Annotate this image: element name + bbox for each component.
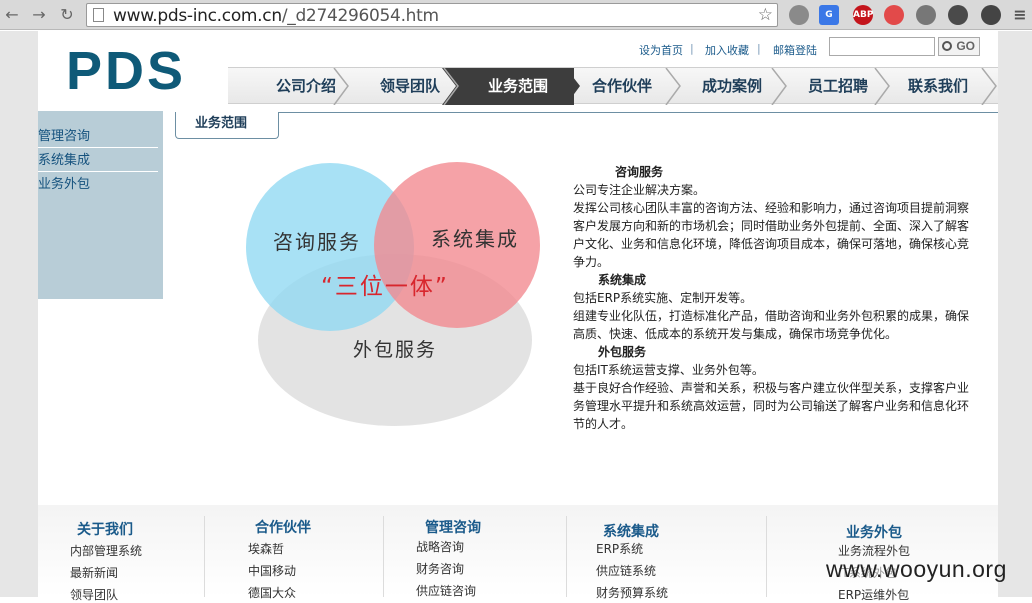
- integration-line: 包括ERP系统实施、定制开发等。: [573, 291, 753, 305]
- integration-heading: 系统集成: [598, 273, 647, 287]
- outsourcing-label: 外包服务: [353, 339, 437, 361]
- sidebar-item-outsourcing[interactable]: 业务外包: [38, 174, 158, 196]
- footer-divider: [566, 516, 567, 597]
- sidebar: 管理咨询 系统集成 业务外包: [38, 111, 163, 299]
- page-icon: [93, 8, 104, 22]
- outsourcing-line: 包括IT系统运营支撑、业务外包等。: [573, 363, 764, 377]
- consulting-line: 争力。: [573, 255, 610, 269]
- footer-link[interactable]: 德国大众: [248, 584, 296, 601]
- footer-link[interactable]: ERP运维外包: [838, 586, 909, 603]
- footer-link[interactable]: 埃森哲: [248, 540, 284, 557]
- separator: |: [757, 42, 761, 55]
- magnifier-icon: [942, 41, 952, 51]
- nav-item-business[interactable]: 业务范围: [480, 68, 556, 105]
- footer-title-integration[interactable]: 系统集成: [603, 521, 659, 541]
- nav-item-partners[interactable]: 合作伙伴: [584, 68, 660, 105]
- footer-link[interactable]: 供应链咨询: [416, 582, 476, 599]
- add-favorite-link[interactable]: 加入收藏: [705, 42, 749, 58]
- footer-link[interactable]: 内部管理系统: [70, 542, 142, 559]
- integration-line: 组建专业化队伍，打造标准化产品，借助咨询和业务外包积累的成果，确保: [573, 309, 970, 323]
- nav-divider: [564, 68, 580, 105]
- footer-link[interactable]: 战略咨询: [416, 538, 464, 555]
- adblock-extension-icon[interactable]: ABP: [853, 5, 873, 25]
- search-input[interactable]: [829, 37, 935, 56]
- consulting-label: 咨询服务: [273, 230, 361, 254]
- nav-item-company[interactable]: 公司介绍: [268, 68, 344, 105]
- consulting-line: 公司专注企业解决方案。: [573, 183, 706, 197]
- outsourcing-line: 基于良好合作经验、声誉和关系，积极与客户建立伙伴型关系，支撑客户业: [573, 381, 970, 395]
- consulting-heading: 咨询服务: [615, 165, 664, 179]
- address-bar[interactable]: www.pds-inc.com.cn/_d274296054.htm ☆: [86, 3, 778, 27]
- nav-item-contact[interactable]: 联系我们: [900, 68, 976, 105]
- footer-divider: [383, 516, 384, 597]
- footer-link[interactable]: 中国移动: [248, 562, 296, 579]
- cookie-extension-icon[interactable]: [916, 5, 936, 25]
- outsourcing-line: 节的人才。: [573, 417, 634, 431]
- browser-toolbar: ← → ↻ www.pds-inc.com.cn/_d274296054.htm…: [0, 0, 1032, 30]
- footer-title-about[interactable]: 关于我们: [77, 519, 133, 539]
- bookmark-star-icon[interactable]: ☆: [758, 5, 773, 25]
- search-go-button[interactable]: GO: [938, 37, 980, 56]
- footer-divider: [204, 516, 205, 597]
- reload-icon[interactable]: ↻: [57, 5, 77, 25]
- mail-login-link[interactable]: 邮箱登陆: [773, 42, 817, 58]
- nav-item-cases[interactable]: 成功案例: [694, 68, 770, 105]
- nav-divider: [771, 68, 787, 105]
- nav-item-leadership[interactable]: 领导团队: [372, 68, 448, 105]
- consulting-line: 发挥公司核心团队丰富的咨询方法、经验和影响力，通过咨询项目提前洞察: [573, 201, 970, 215]
- integration-line: 高质、快速、低成本的系统开发与集成，确保市场竞争优化。: [573, 327, 898, 341]
- undo-extension-icon[interactable]: [981, 5, 1001, 25]
- consulting-line: 户文化、业务和信息化环境，降低咨询项目成本，确保可落地，确保核心竞: [573, 237, 970, 251]
- integration-label: 系统集成: [431, 227, 519, 251]
- footer-title-partners[interactable]: 合作伙伴: [255, 517, 311, 537]
- watermark-text: www.wooyun.org: [826, 556, 1007, 582]
- footer-title-outsourcing[interactable]: 业务外包: [846, 522, 902, 542]
- separator: |: [690, 42, 694, 55]
- back-arrow-icon[interactable]: ←: [2, 5, 22, 25]
- main-nav: 公司介绍 领导团队 业务范围 合作伙伴 成功案例 员工招聘 联系我们: [228, 67, 998, 105]
- menu-icon[interactable]: ≡: [1010, 5, 1030, 25]
- center-slogan: “三位一体”: [321, 274, 449, 300]
- three-in-one-diagram: 咨询服务 系统集成 “三位一体” 外包服务: [246, 162, 540, 426]
- pds-logo[interactable]: PDS: [66, 44, 186, 98]
- content-title-tab: 业务范围: [175, 112, 279, 139]
- agent-extension-icon[interactable]: [948, 5, 968, 25]
- footer-link[interactable]: ERP系统: [596, 540, 643, 557]
- set-homepage-link[interactable]: 设为首页: [639, 42, 683, 58]
- outsourcing-heading: 外包服务: [598, 345, 647, 359]
- translate-extension-icon[interactable]: G: [819, 5, 839, 25]
- content-rule: [175, 112, 998, 113]
- url-text: www.pds-inc.com.cn/_d274296054.htm: [113, 6, 439, 26]
- sidebar-item-integration[interactable]: 系统集成: [38, 150, 158, 172]
- footer-link[interactable]: 最新新闻: [70, 564, 118, 581]
- footer-link[interactable]: 财务咨询: [416, 560, 464, 577]
- footer-link[interactable]: 财务预算系统: [596, 584, 668, 601]
- footer-divider: [766, 516, 767, 597]
- clip-extension-icon[interactable]: [884, 5, 904, 25]
- nav-divider: [981, 68, 997, 105]
- footer-link[interactable]: 供应链系统: [596, 562, 656, 579]
- nav-divider: [665, 68, 681, 105]
- nav-item-careers[interactable]: 员工招聘: [800, 68, 876, 105]
- outsourcing-line: 务管理水平提升和系统高效运营，同时为公司输送了解客户业务和信息化环: [573, 399, 970, 413]
- consulting-line: 客户发展方向和新的市场机会；同时借助业务外包提前、全面、深入了解客: [573, 219, 970, 233]
- globe-extension-icon[interactable]: [789, 5, 809, 25]
- footer-title-consulting[interactable]: 管理咨询: [425, 517, 481, 537]
- forward-arrow-icon[interactable]: →: [29, 5, 49, 25]
- sidebar-item-consulting[interactable]: 管理咨询: [38, 126, 158, 148]
- services-description: 咨询服务 公司专注企业解决方案。 发挥公司核心团队丰富的咨询方法、经验和影响力，…: [573, 163, 973, 433]
- footer-link[interactable]: 领导团队: [70, 586, 118, 603]
